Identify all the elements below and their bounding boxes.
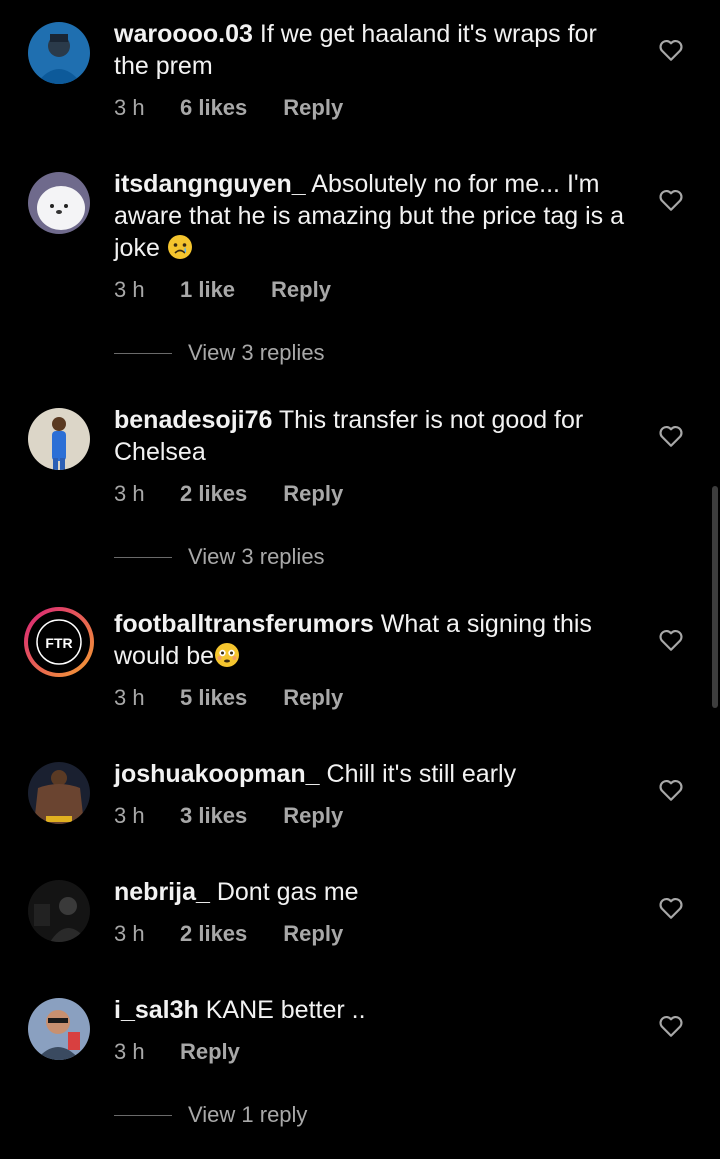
comment-text: Chill it's still early [326,760,517,788]
comment-time: 3 h [114,1039,145,1064]
view-replies-button[interactable]: View 3 replies [114,340,325,366]
avatar[interactable] [28,22,90,84]
comment-time: 3 h [114,277,145,302]
heart-icon[interactable] [658,188,684,212]
avatar[interactable] [28,762,90,824]
reply-button[interactable]: Reply [283,685,343,711]
divider [114,352,172,354]
heart-icon[interactable] [658,896,684,920]
likes-count[interactable]: 3 likes [180,803,247,829]
reply-button[interactable]: Reply [180,1039,240,1065]
likes-count[interactable]: 6 likes [180,95,247,121]
reply-button[interactable]: Reply [283,803,343,829]
reply-button[interactable]: Reply [283,95,343,121]
view-replies-label[interactable]: View 1 reply [188,1102,307,1128]
view-replies-label[interactable]: View 3 replies [188,340,325,366]
avatar[interactable] [28,880,90,942]
comment-username[interactable]: itsdangnguyen_ [114,170,306,198]
avatar[interactable] [28,408,90,470]
comment-time: 3 h [114,803,145,828]
view-replies-button[interactable]: View 1 reply [114,1102,307,1128]
comment-time: 3 h [114,685,145,710]
likes-count[interactable]: 1 like [180,277,235,303]
scrollbar[interactable] [712,486,718,708]
heart-icon[interactable] [658,778,684,802]
flushed-face-emoji-icon [215,643,240,667]
crying-face-emoji-icon [167,235,192,259]
comment-time: 3 h [114,921,145,946]
comment-username[interactable]: i_sal3h [114,996,199,1024]
comment-time: 3 h [114,95,145,120]
likes-count[interactable]: 2 likes [180,921,247,947]
divider [114,1114,172,1116]
avatar[interactable] [28,172,90,234]
comment-username[interactable]: benadesoji76 [114,406,272,434]
heart-icon[interactable] [658,38,684,62]
comment-username[interactable]: joshuakoopman_ [114,760,320,788]
comment-time: 3 h [114,481,145,506]
comment-text: Dont gas me [216,878,359,906]
reply-button[interactable]: Reply [283,921,343,947]
divider [114,556,172,558]
comment-text: KANE better .. [205,996,366,1024]
reply-button[interactable]: Reply [283,481,343,507]
heart-icon[interactable] [658,424,684,448]
avatar[interactable]: FTR [23,606,95,678]
view-replies-button[interactable]: View 3 replies [114,544,325,570]
likes-count[interactable]: 5 likes [180,685,247,711]
heart-icon[interactable] [658,1014,684,1038]
reply-button[interactable]: Reply [271,277,331,303]
comment-username[interactable]: nebrija_ [114,878,210,906]
comment-username[interactable]: footballtransferumors [114,610,374,638]
comment-username[interactable]: waroooo.03 [114,20,253,48]
view-replies-label[interactable]: View 3 replies [188,544,325,570]
ftr-logo-text: FTR [45,635,72,651]
avatar[interactable] [28,998,90,1060]
heart-icon[interactable] [658,628,684,652]
likes-count[interactable]: 2 likes [180,481,247,507]
